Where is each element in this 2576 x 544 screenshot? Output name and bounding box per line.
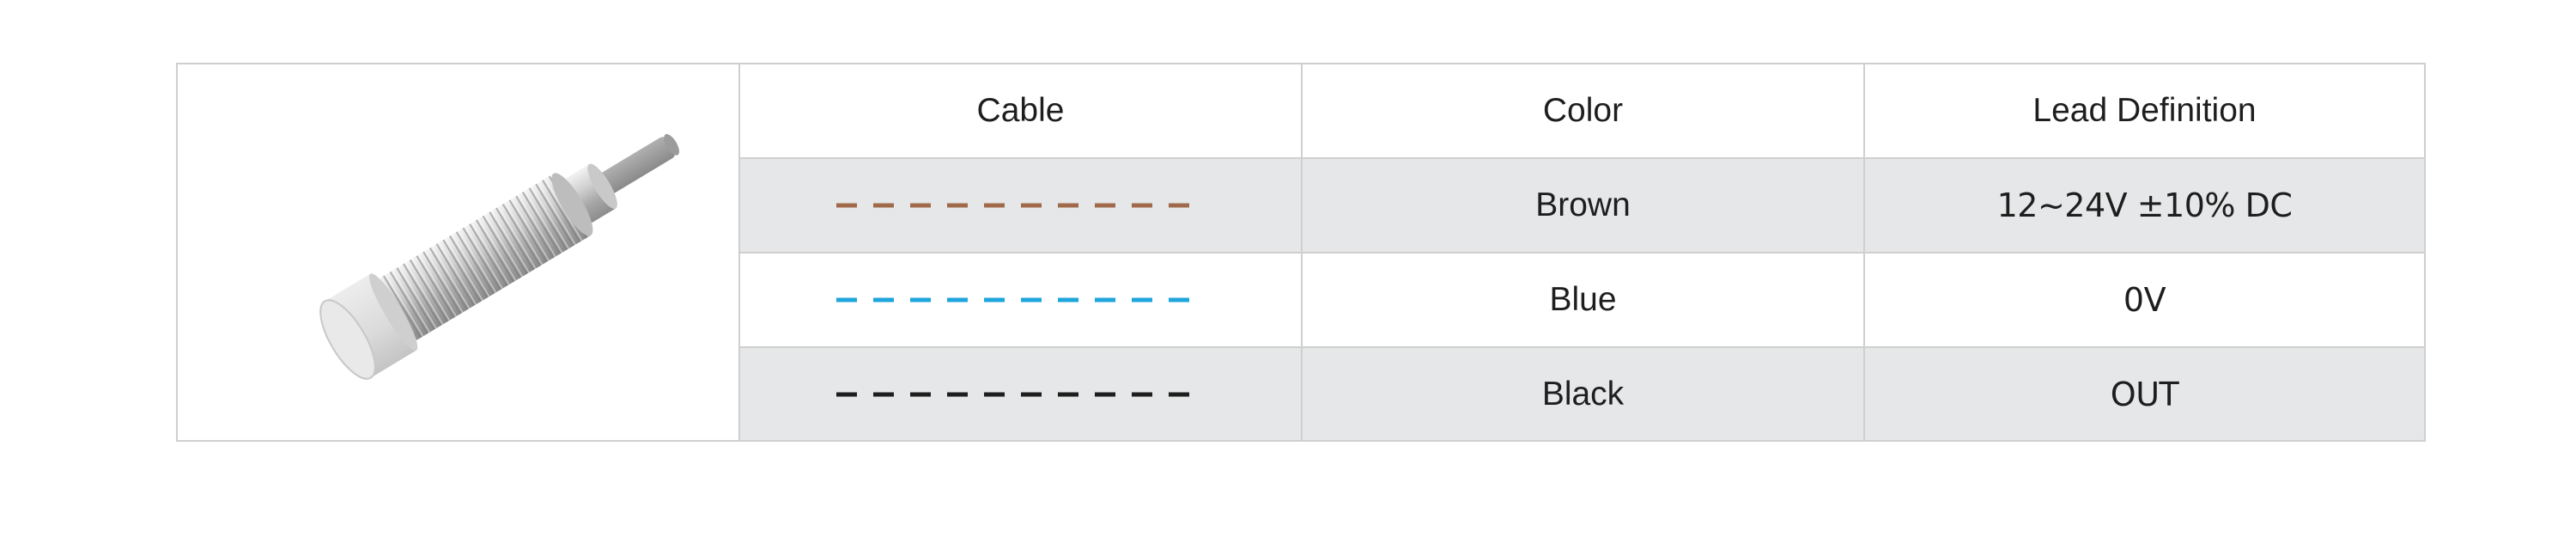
cable-swatch-blue [740, 254, 1303, 348]
cable-line-black [835, 392, 1206, 396]
header-lead-definition: Lead Definition [1865, 64, 2424, 159]
cable-line-brown [835, 203, 1206, 208]
header-color: Color [1303, 64, 1865, 159]
header-cable: Cable [740, 64, 1303, 159]
lead-definition-cell: OUT [1865, 348, 2424, 440]
lead-definition-cell: 0V [1865, 254, 2424, 348]
proximity-sensor-icon [319, 133, 680, 380]
sensor-image-cell [178, 64, 740, 440]
color-name-cell: Blue [1303, 254, 1865, 348]
cable-swatch-brown [740, 159, 1303, 254]
cable-swatch-black [740, 348, 1303, 440]
cable-line-blue [835, 297, 1206, 303]
color-name-cell: Brown [1303, 159, 1865, 254]
lead-definition-cell: 12~24V ±10% DC [1865, 159, 2424, 254]
wiring-table: Cable Color Lead Definition Brown 12~24V… [176, 63, 2426, 442]
color-name-cell: Black [1303, 348, 1865, 440]
